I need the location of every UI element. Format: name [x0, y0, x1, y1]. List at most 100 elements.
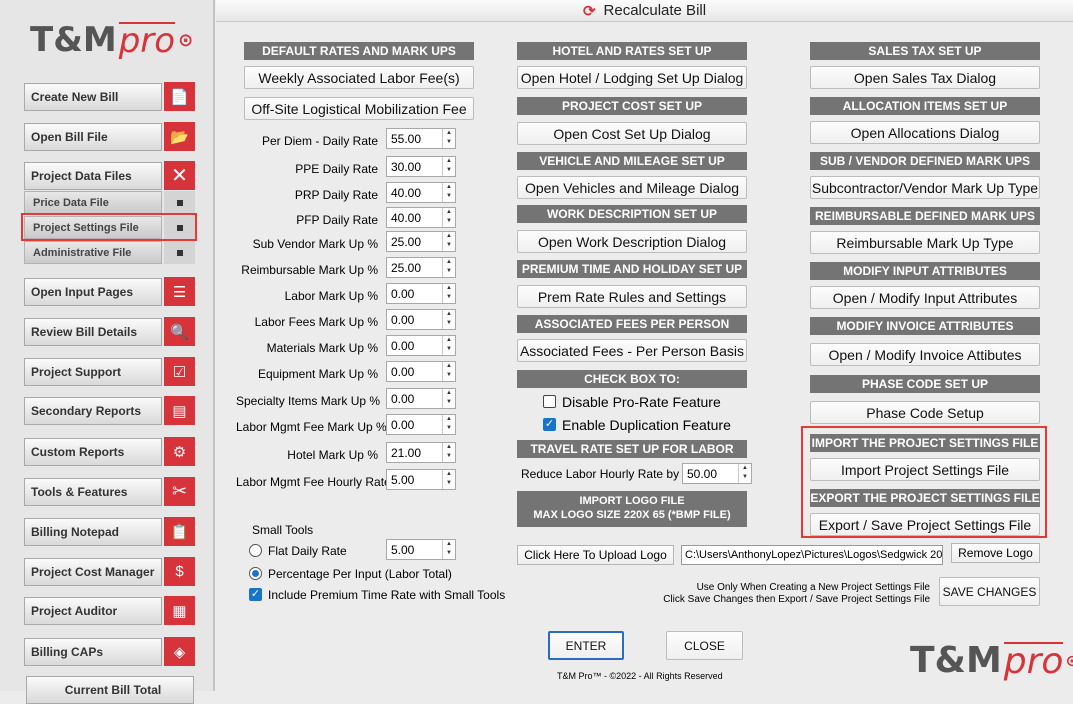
rate-field-input[interactable]: 0.00 ▲ ▼	[386, 361, 456, 382]
right-section-button[interactable]: Reimbursable Mark Up Type	[810, 231, 1040, 254]
save-changes-button[interactable]: SAVE CHANGES	[939, 577, 1040, 606]
rate-field-input[interactable]: 0.00 ▲ ▼	[386, 414, 456, 435]
spinner-arrows[interactable]: ▲ ▼	[442, 310, 455, 329]
rate-field-input[interactable]: 5.00 ▲ ▼	[386, 469, 456, 490]
disable-prorate-checkbox[interactable]	[543, 395, 556, 408]
right-section-button[interactable]: Subcontractor/Vendor Mark Up Type	[810, 176, 1040, 199]
billing-caps-button[interactable]: Billing CAPs	[24, 638, 162, 666]
close-button[interactable]: CLOSE	[666, 631, 743, 660]
spinner-arrows[interactable]: ▲ ▼	[442, 362, 455, 381]
folder-open-icon[interactable]: 📂	[164, 122, 195, 151]
reduce-hourly-rate-input[interactable]: 50.00 ▲ ▼	[682, 463, 752, 484]
rate-field-value: 25.00	[391, 234, 422, 249]
spinner-arrows[interactable]: ▲ ▼	[442, 415, 455, 434]
secondary-reports-button[interactable]: Secondary Reports	[24, 397, 162, 425]
rate-field-value: 30.00	[391, 159, 422, 174]
create-new-bill-button[interactable]: Create New Bill	[24, 83, 162, 111]
form-icon[interactable]: ☰	[164, 277, 195, 306]
open-input-pages-button[interactable]: Open Input Pages	[24, 278, 162, 306]
spinner-arrows[interactable]: ▲ ▼	[442, 470, 455, 489]
notepad-icon[interactable]: 📋	[164, 517, 195, 546]
rate-field-input[interactable]: 40.00 ▲ ▼	[386, 207, 456, 228]
rate-field-input[interactable]: 21.00 ▲ ▼	[386, 442, 456, 463]
billing-notepad-button[interactable]: Billing Notepad	[24, 518, 162, 546]
spinner-arrows[interactable]: ▲ ▼	[442, 232, 455, 251]
middle-section-button[interactable]: Prem Rate Rules and Settings	[517, 285, 747, 308]
calculator-icon[interactable]: ▦	[164, 596, 195, 625]
middle-section-button[interactable]: Associated Fees - Per Person Basis	[517, 339, 747, 362]
open-bill-file-button[interactable]: Open Bill File	[24, 123, 162, 151]
title-bar: ⟳ Recalculate Bill	[216, 0, 1073, 22]
rate-field-input[interactable]: 25.00 ▲ ▼	[386, 257, 456, 278]
right-section-button[interactable]: Open Allocations Dialog	[810, 121, 1040, 144]
spinner-arrows[interactable]: ▲ ▼	[442, 336, 455, 355]
right-section-header: REIMBURSABLE DEFINED MARK UPS	[810, 207, 1040, 225]
right-section-button[interactable]: Open Sales Tax Dialog	[810, 66, 1040, 89]
project-cost-manager-button[interactable]: Project Cost Manager	[24, 558, 162, 586]
new-document-icon[interactable]: 📄	[164, 82, 195, 111]
right-section-header: PHASE CODE SET UP	[810, 375, 1040, 393]
project-data-files-button[interactable]: Project Data Files	[24, 162, 162, 190]
spinner-arrows[interactable]: ▲ ▼	[442, 443, 455, 462]
review-bill-details-button[interactable]: Review Bill Details	[24, 318, 162, 346]
upload-logo-button[interactable]: Click Here To Upload Logo	[517, 545, 674, 565]
layers-icon[interactable]: ◈	[164, 637, 195, 666]
rate-field-input[interactable]: 30.00 ▲ ▼	[386, 156, 456, 177]
right-section-button[interactable]: Phase Code Setup	[810, 401, 1040, 424]
rate-field-input[interactable]: 0.00 ▲ ▼	[386, 335, 456, 356]
middle-section-button[interactable]: Open Cost Set Up Dialog	[517, 122, 747, 145]
weekly-labor-fee-button[interactable]: Weekly Associated Labor Fee(s)	[244, 66, 474, 89]
rate-field-input[interactable]: 55.00 ▲ ▼	[386, 128, 456, 149]
custom-reports-button[interactable]: Custom Reports	[24, 438, 162, 466]
rate-field-value: 5.00	[391, 472, 415, 487]
spinner-arrows[interactable]: ▲ ▼	[442, 183, 455, 202]
offsite-mobilization-fee-button[interactable]: Off-Site Logistical Mobilization Fee	[244, 97, 474, 120]
project-auditor-button[interactable]: Project Auditor	[24, 597, 162, 625]
right-section-button[interactable]: Open / Modify Invoice Attibutes	[810, 343, 1040, 366]
gear-document-icon[interactable]: ⚙	[164, 437, 195, 466]
spinner-arrows[interactable]: ▲ ▼	[442, 389, 455, 408]
flat-daily-rate-radio[interactable]	[249, 544, 262, 557]
middle-section-button[interactable]: Open Vehicles and Mileage Dialog	[517, 176, 747, 199]
spinner-arrows[interactable]: ▲ ▼	[442, 284, 455, 303]
tools-icon[interactable]: ✂	[164, 477, 195, 506]
dollar-document-icon[interactable]: $	[164, 557, 195, 586]
enter-button[interactable]: ENTER	[548, 631, 624, 660]
tools-features-button[interactable]: Tools & Features	[24, 478, 162, 506]
rate-field-input[interactable]: 40.00 ▲ ▼	[386, 182, 456, 203]
rate-field-input[interactable]: 0.00 ▲ ▼	[386, 283, 456, 304]
search-document-icon[interactable]: 🔍	[164, 317, 195, 346]
include-premium-time-checkbox[interactable]: ✓	[249, 588, 262, 601]
spinner-arrows[interactable]: ▲ ▼	[738, 464, 751, 483]
rate-field-input[interactable]: 25.00 ▲ ▼	[386, 231, 456, 252]
middle-section-button[interactable]: Open Work Description Dialog	[517, 230, 747, 253]
spinner-arrows[interactable]: ▲ ▼	[442, 258, 455, 277]
rate-field-label: Equipment Mark Up %	[257, 367, 378, 381]
spinner-arrows[interactable]: ▲ ▼	[442, 129, 455, 148]
percentage-per-input-label: Percentage Per Input (Labor Total)	[268, 567, 452, 581]
rate-field-input[interactable]: 0.00 ▲ ▼	[386, 388, 456, 409]
remove-logo-button[interactable]: Remove Logo	[951, 543, 1040, 563]
project-support-button[interactable]: Project Support	[24, 358, 162, 386]
current-bill-total-button[interactable]: Current Bill Total	[26, 676, 194, 704]
middle-section-header: ASSOCIATED FEES PER PERSON	[517, 315, 747, 333]
checklist-icon[interactable]: ☑	[164, 357, 195, 386]
rate-field-input[interactable]: 0.00 ▲ ▼	[386, 309, 456, 330]
middle-section-button[interactable]: Open Hotel / Lodging Set Up Dialog	[517, 66, 747, 89]
administrative-file-button[interactable]: Administrative File	[24, 241, 162, 264]
enable-duplication-label: Enable Duplication Feature	[562, 417, 731, 433]
percentage-per-input-radio[interactable]	[249, 567, 262, 580]
price-data-file-button[interactable]: Price Data File	[24, 191, 162, 214]
enable-duplication-checkbox[interactable]: ✓	[543, 418, 556, 431]
spinner-arrows[interactable]: ▲ ▼	[442, 208, 455, 227]
close-icon[interactable]: ✕	[164, 161, 195, 190]
flat-daily-rate-input[interactable]: 5.00 ▲ ▼	[386, 539, 456, 560]
logo-path-field[interactable]: C:\Users\AnthonyLopez\Pictures\Logos\Sed…	[681, 545, 943, 565]
spinner-arrows[interactable]: ▲ ▼	[442, 540, 455, 559]
rate-field-label: Labor Mark Up %	[284, 289, 378, 303]
default-rates-header: DEFAULT RATES AND MARK UPS	[244, 42, 474, 60]
report-icon[interactable]: ▤	[164, 396, 195, 425]
spinner-arrows[interactable]: ▲ ▼	[442, 157, 455, 176]
right-section-button[interactable]: Open / Modify Input Attributes	[810, 286, 1040, 309]
copyright-text: T&M Pro™ - ©2022 - All Rights Reserved	[557, 671, 723, 681]
